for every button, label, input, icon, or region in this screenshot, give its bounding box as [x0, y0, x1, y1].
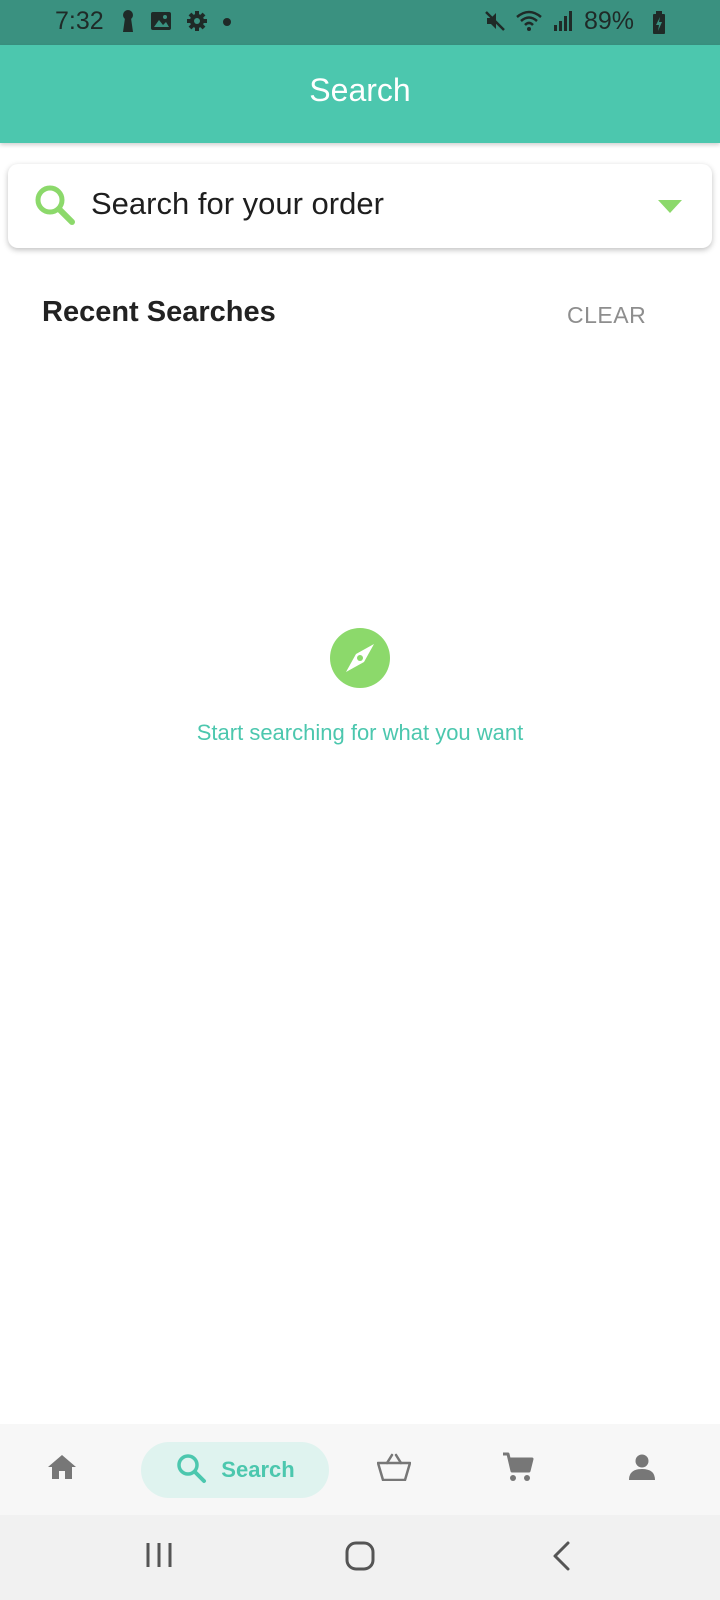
signal-icon: [552, 10, 574, 37]
nav-item-home[interactable]: [32, 1424, 92, 1515]
system-nav-bar: [0, 1515, 720, 1600]
nav-item-basket[interactable]: [364, 1424, 424, 1515]
nav-item-label: Search: [221, 1457, 295, 1482]
wifi-icon: [516, 10, 542, 37]
status-bar: 7:32 89%: [0, 0, 720, 45]
home-icon: [47, 1453, 77, 1486]
app-bar: Search: [0, 45, 720, 143]
nav-item-profile[interactable]: [612, 1424, 672, 1515]
page-title: Search: [309, 72, 411, 108]
search-input[interactable]: Search for your order: [8, 164, 712, 248]
status-left-icons: [120, 9, 232, 38]
bottom-nav: Search: [0, 1424, 720, 1515]
settings-gear-icon: [186, 10, 208, 37]
compass-icon: [330, 628, 390, 688]
back-icon[interactable]: [550, 1540, 574, 1577]
dot-icon: [222, 14, 232, 32]
battery-percentage: 89%: [583, 7, 634, 35]
profile-icon: [628, 1453, 656, 1486]
image-icon: [150, 11, 172, 36]
status-right-icons: [484, 10, 574, 36]
search-icon: [32, 182, 78, 233]
nav-item-search[interactable]: Search: [141, 1442, 329, 1498]
home-circle-icon[interactable]: [344, 1540, 376, 1577]
basket-icon: [376, 1453, 412, 1486]
cart-icon: [502, 1451, 534, 1488]
status-time: 7:32: [55, 7, 104, 35]
clear-button[interactable]: CLEAR: [567, 302, 646, 329]
recent-searches-title: Recent Searches: [42, 296, 276, 328]
keyhole-icon: [120, 9, 136, 38]
search-icon: [175, 1452, 207, 1489]
search-placeholder: Search for your order: [91, 186, 384, 221]
empty-state-message: Start searching for what you want: [196, 720, 524, 745]
recent-apps-icon[interactable]: [144, 1540, 174, 1575]
chevron-down-icon[interactable]: [658, 200, 682, 213]
battery-charging-icon: [652, 11, 666, 40]
nav-item-cart[interactable]: [488, 1424, 548, 1515]
mute-icon: [484, 10, 506, 37]
